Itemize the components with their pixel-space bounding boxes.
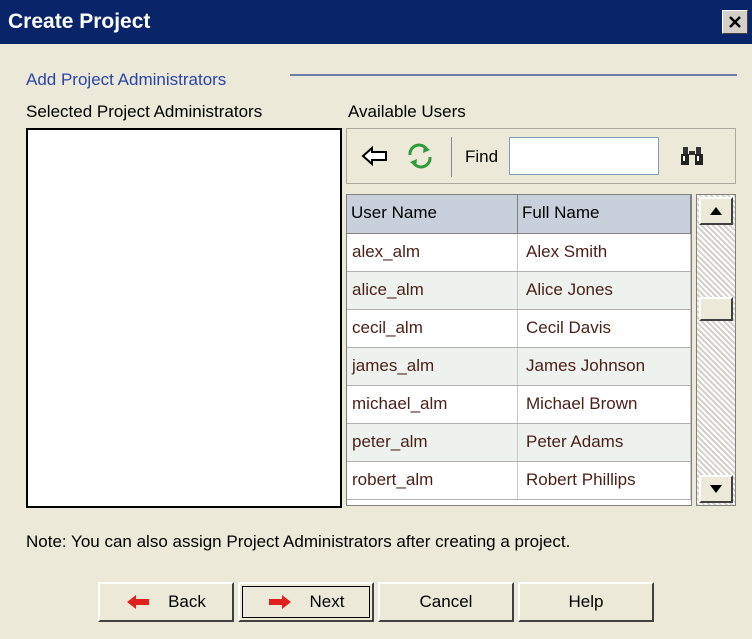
full-name-cell: Alice Jones xyxy=(518,272,691,309)
user-name-cell: michael_alm xyxy=(347,386,518,423)
table-row[interactable]: cecil_alm Cecil Davis xyxy=(347,310,691,348)
full-name-cell: Michael Brown xyxy=(518,386,691,423)
section-title: Add Project Administrators xyxy=(26,70,227,89)
scroll-down-button[interactable] xyxy=(699,475,733,503)
section-divider xyxy=(290,74,737,76)
title-bar: Create Project xyxy=(0,0,752,44)
cancel-label: Cancel xyxy=(419,592,473,611)
binoculars-icon[interactable] xyxy=(680,145,704,172)
available-users-label: Available Users xyxy=(348,102,466,121)
find-input[interactable] xyxy=(509,137,659,175)
next-label: Next xyxy=(309,592,345,611)
table-scrollbar[interactable] xyxy=(696,194,736,506)
user-name-cell: alice_alm xyxy=(347,272,518,309)
table-row[interactable]: james_alm James Johnson xyxy=(347,348,691,386)
full-name-cell: James Johnson xyxy=(518,348,691,385)
full-name-cell: Peter Adams xyxy=(518,424,691,461)
toolbar-separator xyxy=(451,137,452,177)
window-title: Create Project xyxy=(8,10,151,33)
full-name-cell: Alex Smith xyxy=(518,234,691,271)
scroll-thumb[interactable] xyxy=(699,297,733,321)
table-row[interactable]: alex_alm Alex Smith xyxy=(347,234,691,272)
note-text: Note: You can also assign Project Admini… xyxy=(26,532,571,551)
full-name-cell: Cecil Davis xyxy=(518,310,691,347)
selected-admins-list[interactable] xyxy=(26,128,342,508)
table-header: User Name Full Name xyxy=(347,195,691,234)
arrow-left-icon[interactable] xyxy=(361,145,389,172)
table-row[interactable]: michael_alm Michael Brown xyxy=(347,386,691,424)
table-row[interactable]: peter_alm Peter Adams xyxy=(347,424,691,462)
back-label: Back xyxy=(168,592,206,611)
user-name-cell: robert_alm xyxy=(347,462,518,499)
user-name-cell: peter_alm xyxy=(347,424,518,461)
triangle-up-icon xyxy=(710,207,722,215)
red-arrow-right-icon xyxy=(268,594,292,610)
red-arrow-left-icon xyxy=(126,594,150,610)
next-button[interactable]: Next xyxy=(238,582,374,622)
cancel-button[interactable]: Cancel xyxy=(378,582,514,622)
column-header-full-name[interactable]: Full Name xyxy=(518,195,691,233)
triangle-down-icon xyxy=(710,485,722,493)
user-name-cell: cecil_alm xyxy=(347,310,518,347)
full-name-cell: Robert Phillips xyxy=(518,462,691,499)
selected-admins-label: Selected Project Administrators xyxy=(26,102,263,121)
table-row[interactable]: robert_alm Robert Phillips xyxy=(347,462,691,500)
scroll-up-button[interactable] xyxy=(699,197,733,225)
dialog-body: Add Project Administrators Selected Proj… xyxy=(0,44,752,639)
table-row[interactable]: alice_alm Alice Jones xyxy=(347,272,691,310)
user-name-cell: james_alm xyxy=(347,348,518,385)
help-label: Help xyxy=(568,592,604,611)
refresh-icon[interactable] xyxy=(405,142,435,175)
back-button[interactable]: Back xyxy=(98,582,234,622)
user-name-cell: alex_alm xyxy=(347,234,518,271)
help-button[interactable]: Help xyxy=(518,582,654,622)
close-icon xyxy=(729,16,741,28)
available-users-table: User Name Full Name alex_alm Alex Smith … xyxy=(346,194,692,506)
close-button[interactable] xyxy=(722,10,748,34)
available-users-toolbar: Find xyxy=(346,128,736,184)
find-label: Find xyxy=(465,147,499,166)
column-header-user-name[interactable]: User Name xyxy=(347,195,518,233)
